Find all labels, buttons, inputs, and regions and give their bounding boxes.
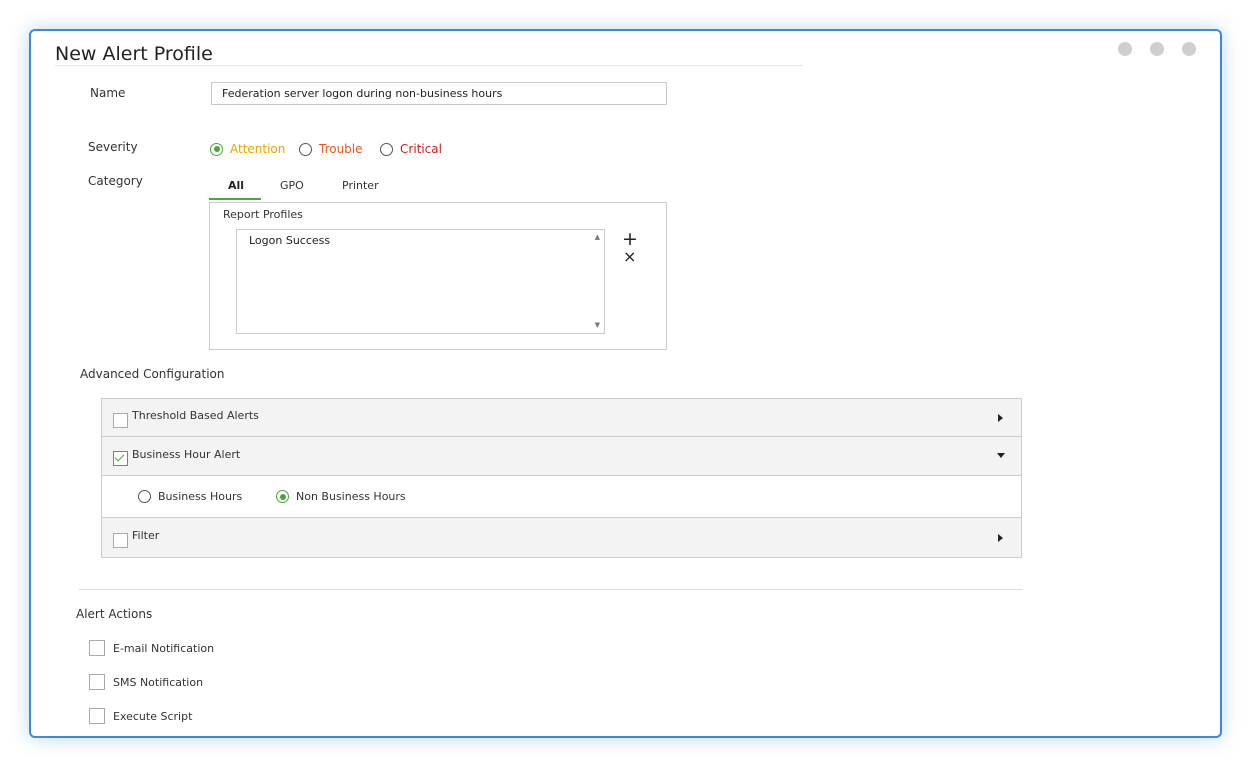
- advanced-config-accordion: Threshold Based Alerts Business Hour Ale…: [101, 398, 1022, 558]
- name-label: Name: [90, 86, 126, 100]
- business-hour-checkbox[interactable]: [113, 451, 128, 466]
- alert-actions-label: Alert Actions: [76, 607, 153, 621]
- script-label: Execute Script: [113, 709, 193, 723]
- active-tab-indicator: [209, 198, 261, 200]
- radio-checked-icon[interactable]: [210, 142, 223, 156]
- scroll-down-icon[interactable]: ▼: [595, 321, 600, 329]
- severity-trouble-radio[interactable]: Trouble: [299, 142, 363, 156]
- remove-icon[interactable]: ×: [623, 248, 636, 265]
- sms-label: SMS Notification: [113, 675, 204, 689]
- business-hours-radio[interactable]: Business Hours: [138, 490, 242, 503]
- alert-profile-window: New Alert Profile Name Federation server…: [29, 29, 1222, 738]
- radio-checked-icon[interactable]: [276, 490, 289, 503]
- business-hours-options: Business Hours Non Business Hours: [102, 476, 1021, 518]
- threshold-row[interactable]: Threshold Based Alerts: [102, 399, 1021, 437]
- scroll-up-icon[interactable]: ▲: [595, 233, 600, 241]
- filter-label: Filter: [132, 529, 160, 542]
- tab-gpo[interactable]: GPO: [280, 179, 304, 192]
- script-checkbox[interactable]: [89, 708, 105, 724]
- name-field[interactable]: Federation server logon during non-busin…: [211, 82, 667, 105]
- severity-attention-label: Attention: [230, 142, 286, 156]
- window-controls: [1118, 42, 1196, 56]
- non-business-hours-label: Non Business Hours: [296, 490, 406, 503]
- severity-critical-radio[interactable]: Critical: [380, 142, 442, 156]
- expand-arrow-icon[interactable]: [998, 414, 1003, 422]
- threshold-label: Threshold Based Alerts: [132, 409, 259, 422]
- filter-checkbox[interactable]: [113, 533, 128, 548]
- radio-unchecked-icon[interactable]: [299, 142, 312, 156]
- section-divider: [79, 589, 1023, 590]
- sms-notification-option[interactable]: SMS Notification: [89, 674, 203, 690]
- email-checkbox[interactable]: [89, 640, 105, 656]
- category-label: Category: [88, 174, 143, 188]
- business-hours-label: Business Hours: [158, 490, 243, 503]
- non-business-hours-radio[interactable]: Non Business Hours: [276, 490, 406, 503]
- advanced-config-label: Advanced Configuration: [80, 367, 225, 381]
- radio-unchecked-icon[interactable]: [138, 490, 151, 503]
- page-title: New Alert Profile: [55, 43, 213, 65]
- severity-attention-radio[interactable]: Attention: [210, 142, 285, 156]
- window-dot-icon[interactable]: [1182, 42, 1196, 56]
- title-divider: [55, 65, 803, 66]
- filter-row[interactable]: Filter: [102, 518, 1021, 557]
- execute-script-option[interactable]: Execute Script: [89, 708, 192, 724]
- email-notification-option[interactable]: E-mail Notification: [89, 640, 214, 656]
- threshold-checkbox[interactable]: [113, 413, 128, 428]
- radio-unchecked-icon[interactable]: [380, 142, 393, 156]
- severity-trouble-label: Trouble: [319, 142, 363, 156]
- report-profiles-list[interactable]: Logon Success ▲ ▼: [236, 229, 605, 334]
- expand-arrow-icon[interactable]: [998, 534, 1003, 542]
- email-label: E-mail Notification: [113, 641, 215, 655]
- severity-critical-label: Critical: [400, 142, 442, 156]
- business-hour-label: Business Hour Alert: [132, 448, 241, 461]
- report-profiles-label: Report Profiles: [223, 208, 303, 221]
- window-dot-icon[interactable]: [1150, 42, 1164, 56]
- sms-checkbox[interactable]: [89, 674, 105, 690]
- list-item[interactable]: Logon Success: [249, 234, 330, 247]
- severity-label: Severity: [88, 140, 138, 154]
- tab-all[interactable]: All: [228, 179, 244, 192]
- business-hour-row[interactable]: Business Hour Alert: [102, 437, 1021, 476]
- tab-printer[interactable]: Printer: [342, 179, 379, 192]
- window-dot-icon[interactable]: [1118, 42, 1132, 56]
- collapse-arrow-icon[interactable]: [997, 453, 1005, 458]
